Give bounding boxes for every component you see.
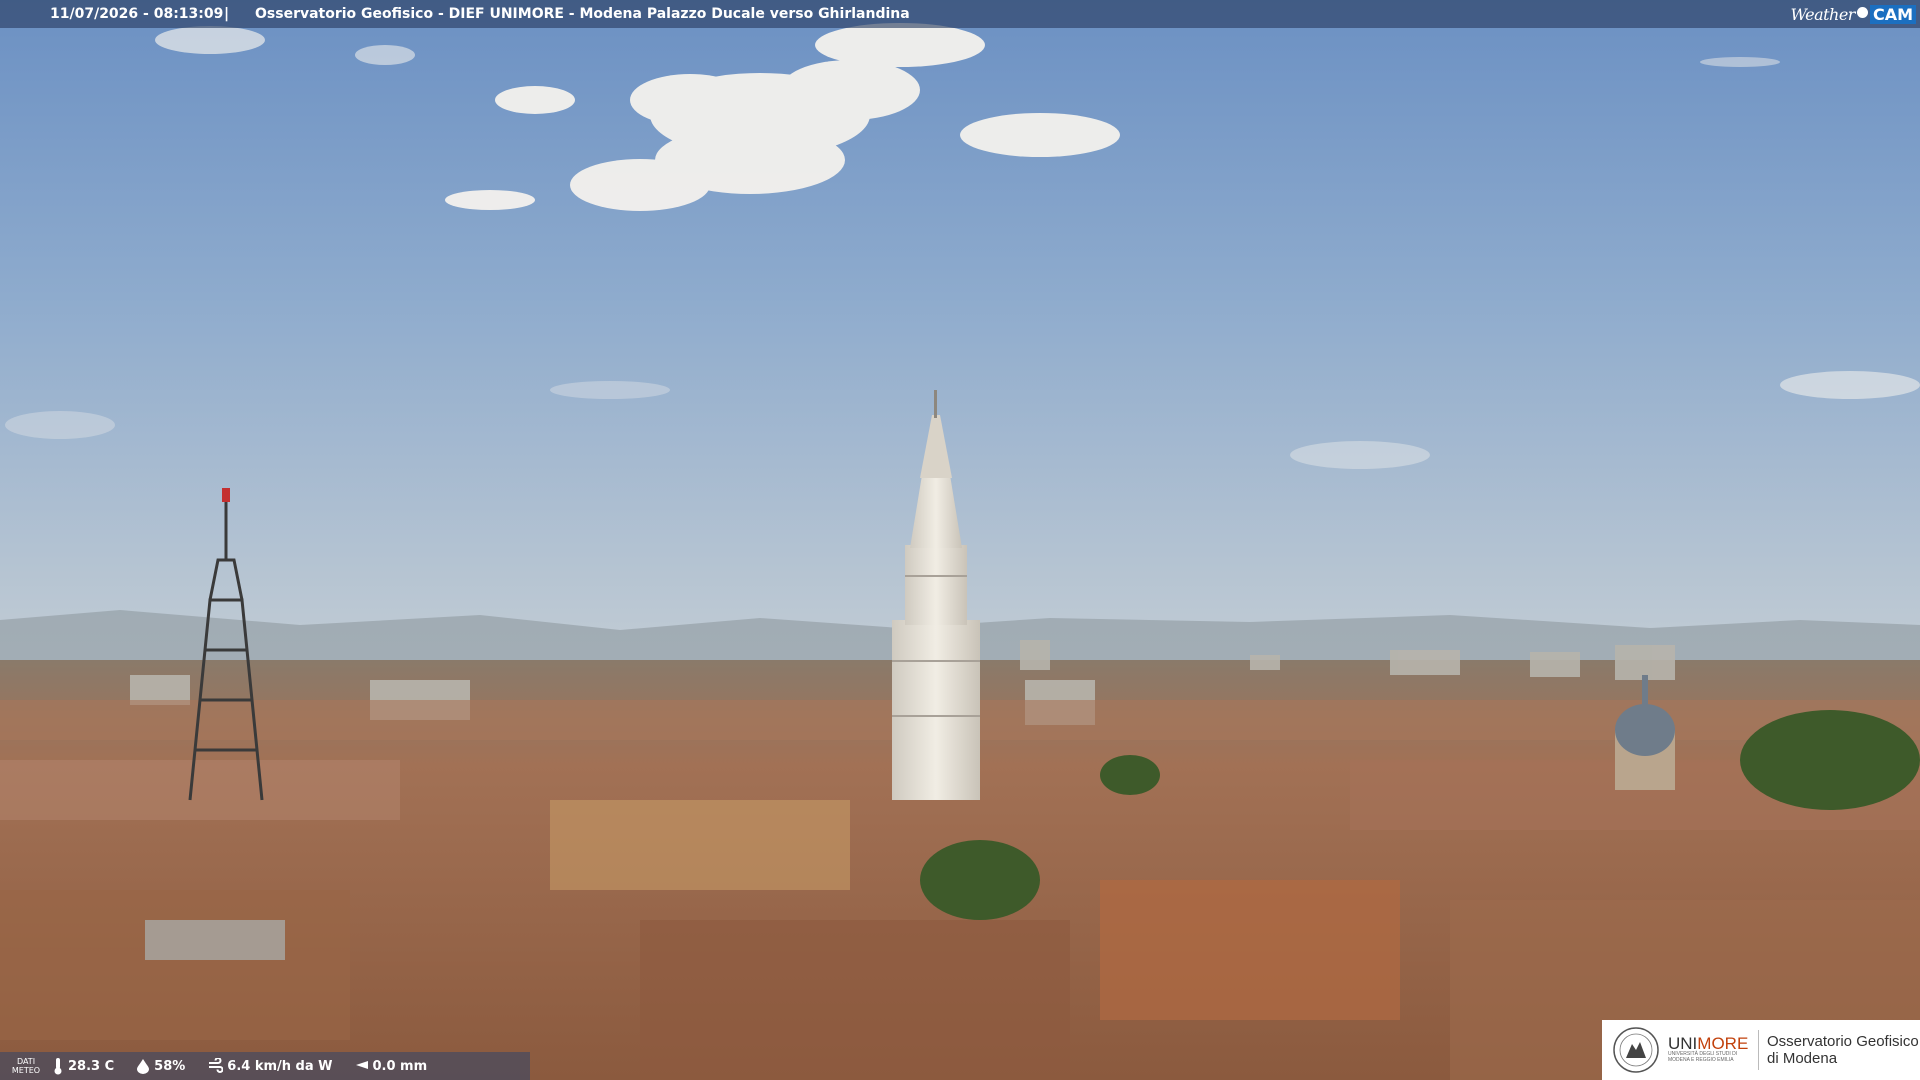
logo-divider — [1758, 1030, 1759, 1070]
timestamp: 11/07/2026 - 08:13:09 — [50, 6, 224, 22]
humidity-drop-icon — [137, 1059, 150, 1074]
weathercam-logo: Weather CAM — [1790, 2, 1916, 26]
humidity-reading: 58% — [136, 1058, 185, 1074]
camera-dot-icon — [1856, 6, 1868, 18]
camera-caption: Osservatorio Geofisico - DIEF UNIMORE - … — [255, 6, 910, 22]
webcam-photo — [0, 0, 1920, 1080]
weather-data-bar: DATI METEO 28.3 C 58% 6.4 km/h da W 0.0 … — [0, 1052, 530, 1080]
university-seal-icon — [1613, 1027, 1659, 1073]
unimore-wordmark: UNIMORE UNIVERSITÀ DEGLI STUDI DI MODENA… — [1668, 1035, 1750, 1063]
brand-cam: CAM — [1869, 4, 1916, 24]
unimore-logo: UNIMORE UNIVERSITÀ DEGLI STUDI DI MODENA… — [1602, 1020, 1920, 1080]
brand-weather: Weather — [1790, 4, 1855, 24]
temperature-reading: 28.3 C — [52, 1057, 114, 1075]
weather-label: DATI METEO — [11, 1057, 41, 1075]
temperature-value: 28.3 C — [68, 1058, 115, 1074]
wind-icon — [209, 1058, 224, 1073]
rain-reading: 0.0 mm — [355, 1058, 428, 1074]
header-bar: 11/07/2026 - 08:13:09 | Osservatorio Geo… — [0, 0, 1920, 28]
thermometer-icon — [54, 1058, 62, 1075]
unimore-suffix: MORE — [1697, 1033, 1749, 1053]
observatory-name: Osservatorio Geofisico di Modena — [1767, 1033, 1919, 1067]
wind-reading: 6.4 km/h da W — [207, 1058, 333, 1074]
wind-value: 6.4 km/h da W — [227, 1058, 333, 1074]
humidity-value: 58% — [154, 1058, 186, 1074]
rain-value: 0.0 mm — [372, 1058, 428, 1074]
separator: | — [224, 6, 230, 22]
rain-icon — [355, 1061, 368, 1069]
unimore-prefix: UNI — [1668, 1033, 1698, 1053]
